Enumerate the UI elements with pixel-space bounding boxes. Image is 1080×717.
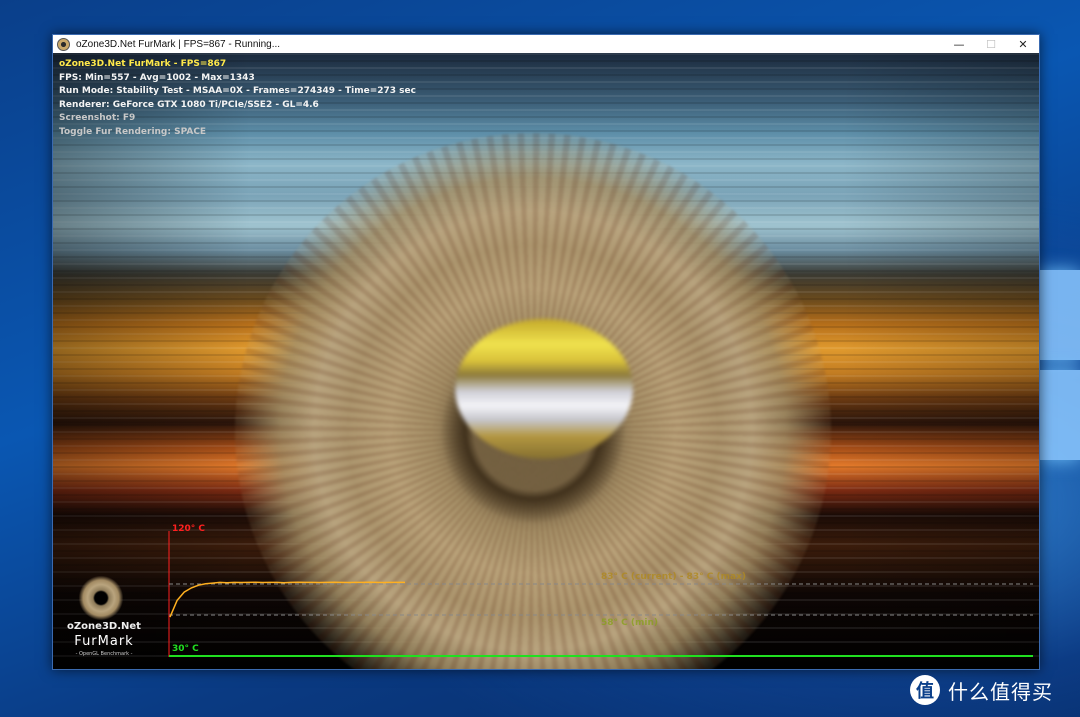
furmark-app-icon bbox=[57, 37, 70, 51]
logo-donut-icon bbox=[71, 565, 131, 625]
window-title: oZone3D.Net FurMark | FPS=867 - Running.… bbox=[76, 38, 281, 50]
render-viewport[interactable]: oZone3D.Net FurMark - FPS=867 FPS: Min=5… bbox=[53, 53, 1039, 669]
furmark-logo: oZone3D.Net FurMark - OpenGL Benchmark - bbox=[59, 565, 149, 665]
temperature-curve bbox=[169, 581, 405, 618]
graph-bottom-label: 30° C bbox=[172, 644, 199, 654]
title-bar[interactable]: oZone3D.Net FurMark | FPS=867 - Running.… bbox=[53, 35, 1039, 53]
zhi-icon: 值 bbox=[910, 675, 940, 705]
logo-product: FurMark bbox=[74, 634, 134, 649]
furmark-window: oZone3D.Net FurMark | FPS=867 - Running.… bbox=[52, 34, 1040, 670]
logo-tagline: - OpenGL Benchmark - bbox=[75, 651, 133, 657]
graph-current-max-label: 83° C (current) - 83° C (max) bbox=[601, 572, 746, 582]
maximize-button[interactable]: ☐ bbox=[975, 35, 1007, 53]
logo-site: oZone3D.Net bbox=[67, 621, 141, 632]
watermark-text: 什么值得买 bbox=[948, 679, 1053, 704]
minimize-button[interactable]: — bbox=[943, 35, 975, 53]
windows-logo-glow bbox=[1040, 270, 1080, 470]
temperature-graph: 120° C 30° C 83° C (current) - 83° C (ma… bbox=[168, 524, 1033, 657]
close-button[interactable]: ✕ bbox=[1007, 35, 1039, 53]
graph-min-label: 58° C (min) bbox=[601, 618, 658, 628]
watermark: 值 什么值得买 bbox=[910, 674, 1053, 706]
graph-top-label: 120° C bbox=[172, 524, 205, 534]
